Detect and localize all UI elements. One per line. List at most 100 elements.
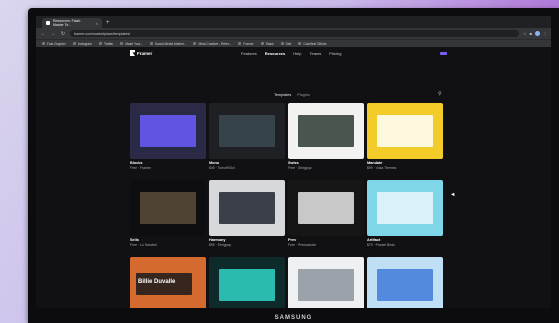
template-card[interactable] <box>209 257 285 308</box>
nav-link-pricing[interactable]: Pricing <box>329 51 341 56</box>
tab-templates[interactable]: Templates <box>274 93 291 97</box>
template-price: $99 · Shrigpop <box>209 243 232 247</box>
template-card[interactable] <box>288 257 364 308</box>
thumbnail-graphic <box>219 192 275 224</box>
thumbnail-graphic <box>377 269 433 301</box>
star-icon[interactable]: ☆ <box>523 31 527 36</box>
bookmark-favicon-icon <box>298 42 302 45</box>
bookmark-favicon-icon <box>260 42 264 45</box>
bookmark-item[interactable]: Social Media Market... <box>149 42 186 46</box>
tab-plugins[interactable]: Plugins <box>297 93 309 97</box>
template-price: $99 · Voka Themes <box>367 166 397 170</box>
template-name: Artifact <box>367 238 381 242</box>
new-tab-button[interactable]: + <box>106 18 110 28</box>
template-card[interactable]: Mandate $99 · Voka Themes <box>367 103 443 170</box>
bookmark-label: Twitter <box>103 41 114 46</box>
template-name: Mandate <box>367 161 383 165</box>
nav-link-features[interactable]: Features <box>241 51 257 56</box>
bookmark-favicon-icon <box>72 42 76 45</box>
thumbnail-graphic <box>298 192 354 224</box>
marketplace-tabs: Templates Plugins <box>274 93 310 97</box>
address-bar[interactable]: framer.com/marketplace/templates/ <box>70 30 519 37</box>
bookmark-label: Framer <box>243 41 254 46</box>
framer-favicon-icon <box>46 21 50 25</box>
arrow-right-icon[interactable]: → <box>50 31 56 37</box>
bookmark-label: Diet <box>285 41 292 46</box>
template-card[interactable]: Blocks Free · Framer <box>130 103 206 170</box>
framer-page: Framer Features Resources Help Teams Pricing… <box>36 47 551 308</box>
close-icon[interactable]: × <box>96 21 98 26</box>
template-card[interactable]: Artifact $79 · Prawel Birds <box>367 180 443 247</box>
menu-button[interactable] <box>440 52 447 55</box>
template-thumbnail[interactable] <box>209 103 285 159</box>
bookmark-item[interactable]: Stack <box>260 42 274 46</box>
template-thumbnail[interactable]: Billie Duvalle <box>130 257 206 308</box>
template-name: Swiss <box>288 161 299 165</box>
bookmark-item[interactable]: Diet <box>280 41 292 46</box>
template-thumbnail[interactable] <box>130 180 206 236</box>
template-card[interactable]: Mono $49 · Tomoffi Bot <box>209 103 285 170</box>
template-thumbnail[interactable] <box>209 257 285 308</box>
template-name: Sells <box>130 238 139 242</box>
thumbnail-graphic <box>140 115 196 147</box>
profile-avatar[interactable] <box>535 31 540 36</box>
arrow-left-icon[interactable]: ← <box>40 31 46 37</box>
template-card[interactable]: Swiss Free · Shrigpop <box>288 103 364 170</box>
template-thumbnail[interactable] <box>209 180 285 236</box>
bookmark-item[interactable]: Make Your... <box>120 42 143 46</box>
nav-link-teams[interactable]: Teams <box>310 51 322 56</box>
nav-link-help[interactable]: Help <box>293 51 301 56</box>
url-text: framer.com/marketplace/templates/ <box>74 31 131 36</box>
tab-title: Resources: Flash: Master Te... <box>53 19 82 27</box>
logo-text: Framer <box>137 50 153 56</box>
template-thumbnail[interactable] <box>288 257 364 308</box>
thumbnail-headline: Billie Duvalle <box>138 279 176 285</box>
bookmark-label: Fast Grapher <box>47 41 66 46</box>
bookmark-item[interactable]: Meta Creative - Refer... <box>193 42 231 46</box>
template-thumbnail[interactable] <box>130 103 206 159</box>
template-thumbnail[interactable] <box>367 180 443 236</box>
template-card[interactable]: Harmony $99 · Shrigpop <box>209 180 285 247</box>
bookmark-label: Codefest Github <box>303 41 327 46</box>
extensions-icon[interactable]: ■ <box>530 31 532 36</box>
browser-tab[interactable]: Resources: Flash: Master Te... × <box>42 18 102 28</box>
framer-logo-icon <box>130 50 135 56</box>
bookmark-favicon-icon <box>120 42 124 45</box>
bookmark-favicon-icon <box>42 42 45 45</box>
bookmark-item[interactable]: Twitter <box>98 41 114 46</box>
bookmark-favicon-icon <box>149 42 153 45</box>
thumbnail-graphic <box>219 269 275 301</box>
template-price: Free · Lo Sanchel <box>130 243 157 247</box>
template-thumbnail[interactable] <box>288 103 364 159</box>
bookmark-favicon-icon <box>238 42 242 45</box>
template-card[interactable]: Prev Free · Premadocie <box>288 180 364 247</box>
template-name: Prev <box>288 238 297 242</box>
bookmark-label: Make Your... <box>125 41 143 46</box>
thumbnail-graphic <box>219 115 275 147</box>
bookmark-label: Instagram <box>77 41 92 46</box>
kebab-menu-icon[interactable]: ⋮ <box>543 31 547 36</box>
template-thumbnail[interactable] <box>367 257 443 308</box>
thumbnail-graphic <box>298 115 354 147</box>
template-price: Free · Shrigpop <box>288 166 312 170</box>
template-card[interactable]: Sells Free · Lo Sanchel <box>130 180 206 247</box>
thumbnail-graphic <box>140 192 196 224</box>
template-card[interactable]: Billie Duvalle <box>130 257 206 308</box>
bookmark-item[interactable]: Framer <box>238 41 254 46</box>
bookmark-label: Meta Creative - Refer... <box>198 41 232 46</box>
reload-icon[interactable]: ↻ <box>60 31 66 37</box>
template-thumbnail[interactable] <box>288 180 364 236</box>
thumbnail-graphic <box>298 269 354 301</box>
toolbar-actions: ☆ ■ ⋮ <box>523 31 547 36</box>
bookmark-favicon-icon <box>280 42 284 45</box>
nav-link-resources[interactable]: Resources <box>265 51 285 56</box>
nav-links: Features Resources Help Teams Pricing <box>241 51 342 56</box>
search-icon[interactable]: ⚲ <box>438 91 442 97</box>
template-thumbnail[interactable] <box>367 103 443 159</box>
bookmark-item[interactable]: Codefest Github <box>298 42 326 46</box>
bookmark-item[interactable]: Fast Grapher <box>42 42 66 46</box>
browser-tab-bar: Resources: Flash: Master Te... × + <box>36 16 551 28</box>
framer-logo[interactable]: Framer <box>130 50 152 56</box>
template-card[interactable] <box>367 257 443 308</box>
bookmark-item[interactable]: Instagram <box>72 41 92 46</box>
